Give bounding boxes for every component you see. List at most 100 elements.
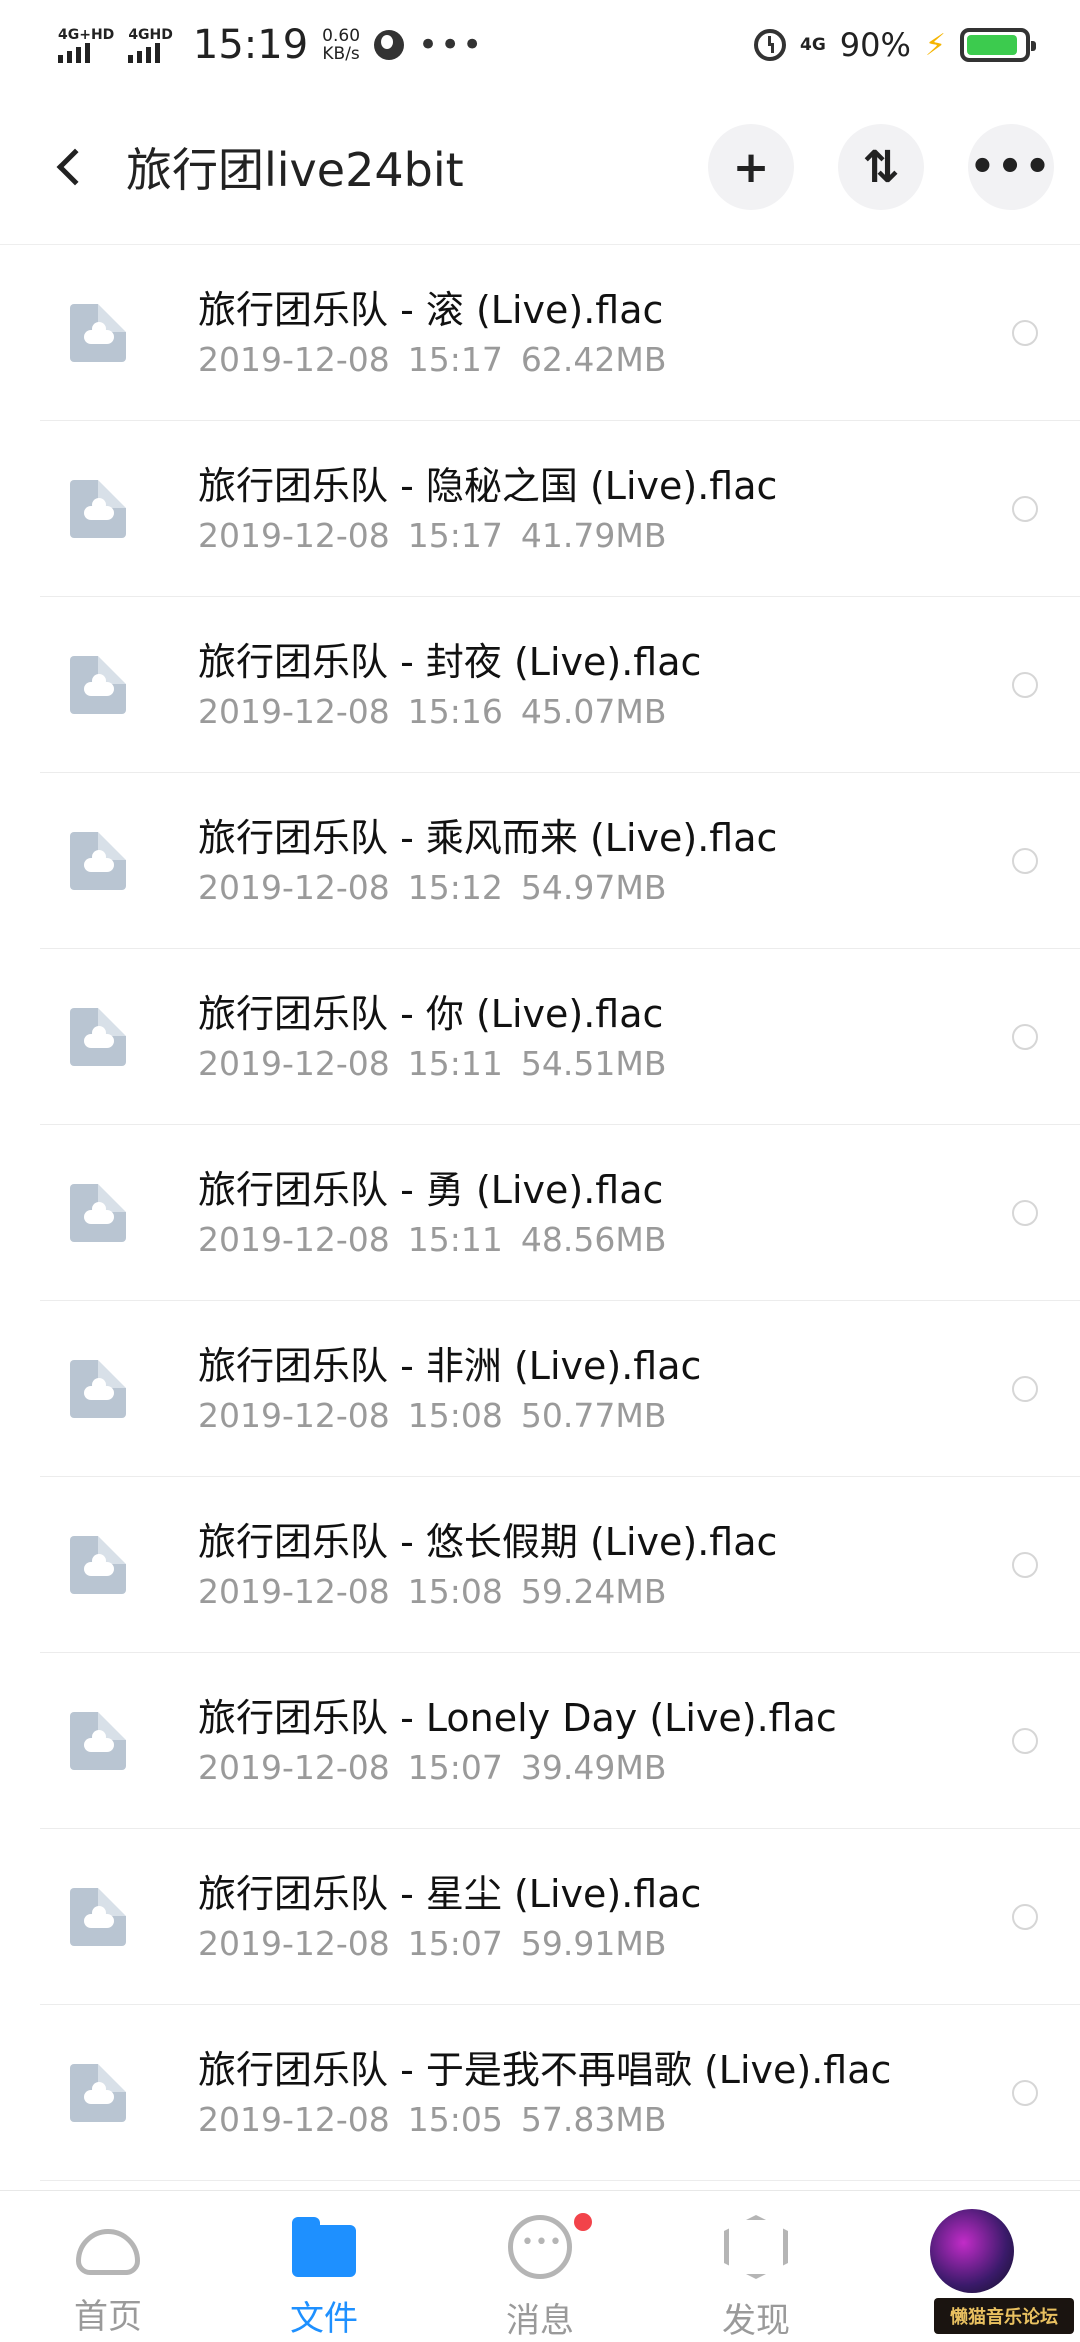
status-bar: 4G+HD 4GHD 15:19 0.60 KB/s ••• 4G 90% ⚡: [0, 0, 1080, 90]
file-date: 2019-12-08: [198, 1748, 390, 1787]
file-time: 15:17: [408, 516, 503, 555]
file-info: 旅行团乐队 - 隐秘之国 (Live).flac 2019-12-0815:174…: [198, 462, 980, 556]
file-name: 旅行团乐队 - 悠长假期 (Live).flac: [198, 1518, 980, 1566]
select-radio[interactable]: [1012, 1904, 1038, 1930]
message-icon: [508, 2215, 572, 2279]
file-row[interactable]: 旅行团乐队 - 滚 (Live).flac2019-12-0815:1762.4…: [0, 245, 1080, 421]
file-cloud-icon: [70, 1360, 126, 1418]
file-row[interactable]: 旅行团乐队 - 封夜 (Live).flac2019-12-0815:1645.…: [0, 597, 1080, 773]
file-time: 15:11: [408, 1220, 503, 1259]
file-row[interactable]: 旅行团乐队 - Lonely Day (Live).flac 2019-12-08…: [0, 1653, 1080, 1829]
file-size: 54.51MB: [521, 1044, 667, 1083]
file-info: 旅行团乐队 - 于是我不再唱歌 (Live).flac 2019-12-0815:…: [198, 2046, 980, 2140]
file-name: 旅行团乐队 - Lonely Day (Live).flac: [198, 1694, 980, 1742]
file-row[interactable]: 旅行团乐队 - 隐秘之国 (Live).flac 2019-12-0815:174…: [0, 421, 1080, 597]
signal-bars-icon: [128, 43, 160, 63]
file-size: 59.24MB: [521, 1572, 667, 1611]
file-name: 旅行团乐队 - 隐秘之国 (Live).flac: [198, 462, 980, 510]
battery-percent: 90%: [840, 26, 911, 64]
tab-files[interactable]: 文件: [234, 2215, 414, 2340]
back-button[interactable]: [40, 137, 100, 197]
file-cloud-icon: [70, 304, 126, 362]
file-meta: 2019-12-0815:0759.91MB: [198, 1924, 980, 1964]
file-cloud-icon: [70, 2064, 126, 2122]
status-left: 4G+HD 4GHD 15:19 0.60 KB/s •••: [58, 22, 484, 68]
more-notifications-icon: •••: [418, 25, 484, 65]
file-time: 15:07: [408, 1748, 503, 1787]
file-size: 59.91MB: [521, 1924, 667, 1963]
signal-1: 4G+HD: [58, 27, 114, 63]
tab-messages[interactable]: 消息: [450, 2215, 630, 2342]
more-button[interactable]: •••: [968, 124, 1054, 210]
select-radio[interactable]: [1012, 2080, 1038, 2106]
tab-home[interactable]: 首页: [18, 2215, 198, 2338]
signal-1-label: 4G+HD: [58, 27, 114, 43]
home-cloud-icon: [76, 2229, 140, 2275]
sort-button[interactable]: ⇅: [838, 124, 924, 210]
tab-profile[interactable]: [882, 2215, 1062, 2293]
file-row[interactable]: 旅行团乐队 - 星尘 (Live).flac 2019-12-0815:0759.…: [0, 1829, 1080, 2005]
file-date: 2019-12-08: [198, 340, 390, 379]
alarm-icon: [754, 29, 786, 61]
select-radio[interactable]: [1012, 1552, 1038, 1578]
file-row[interactable]: 旅行团乐队 - 你 (Live).flac2019-12-0815:1154.5…: [0, 949, 1080, 1125]
globe-icon: [374, 30, 404, 60]
watermark: 懒猫音乐论坛: [934, 2298, 1074, 2334]
file-meta: 2019-12-0815:1148.56MB: [198, 1220, 980, 1260]
file-name: 旅行团乐队 - 星尘 (Live).flac: [198, 1870, 980, 1918]
battery-icon: [960, 28, 1030, 62]
file-info: 旅行团乐队 - 勇 (Live).flac2019-12-0815:1148.5…: [198, 1166, 980, 1260]
file-cloud-icon: [70, 1536, 126, 1594]
select-radio[interactable]: [1012, 848, 1038, 874]
file-size: 50.77MB: [521, 1396, 667, 1435]
select-radio[interactable]: [1012, 496, 1038, 522]
file-info: 旅行团乐队 - Lonely Day (Live).flac 2019-12-08…: [198, 1694, 980, 1788]
file-size: 45.07MB: [521, 692, 667, 731]
signal-2: 4GHD: [128, 27, 173, 63]
file-meta: 2019-12-0815:1741.79MB: [198, 516, 980, 556]
file-name: 旅行团乐队 - 于是我不再唱歌 (Live).flac: [198, 2046, 980, 2094]
network-speed-unit: KB/s: [322, 45, 360, 63]
file-info: 旅行团乐队 - 非洲 (Live).flac2019-12-0815:0850.…: [198, 1342, 980, 1436]
signal-bars-icon: [58, 43, 90, 63]
file-row[interactable]: 旅行团乐队 - 乘风而来 (Live).flac2019-12-0815:125…: [0, 773, 1080, 949]
file-size: 57.83MB: [521, 2100, 667, 2139]
file-row[interactable]: 旅行团乐队 - 悠长假期 (Live).flac 2019-12-0815:085…: [0, 1477, 1080, 1653]
file-row[interactable]: 旅行团乐队 - 于是我不再唱歌 (Live).flac 2019-12-0815:…: [0, 2005, 1080, 2181]
add-button[interactable]: +: [708, 124, 794, 210]
select-radio[interactable]: [1012, 1376, 1038, 1402]
select-radio[interactable]: [1012, 320, 1038, 346]
file-size: 62.42MB: [521, 340, 667, 379]
avatar[interactable]: [930, 2209, 1014, 2293]
file-info: 旅行团乐队 - 你 (Live).flac2019-12-0815:1154.5…: [198, 990, 980, 1084]
select-radio[interactable]: [1012, 1728, 1038, 1754]
file-cloud-icon: [70, 656, 126, 714]
file-meta: 2019-12-0815:0859.24MB: [198, 1572, 980, 1612]
sort-icon: ⇅: [863, 142, 900, 193]
signal-2-label: 4GHD: [128, 27, 173, 43]
select-radio[interactable]: [1012, 672, 1038, 698]
file-row[interactable]: 旅行团乐队 - 勇 (Live).flac2019-12-0815:1148.5…: [0, 1125, 1080, 1301]
tab-discover[interactable]: 发现: [666, 2215, 846, 2342]
tab-messages-label: 消息: [506, 2293, 574, 2342]
select-radio[interactable]: [1012, 1024, 1038, 1050]
file-time: 15:16: [408, 692, 503, 731]
file-info: 旅行团乐队 - 悠长假期 (Live).flac 2019-12-0815:085…: [198, 1518, 980, 1612]
chevron-left-icon: [57, 149, 94, 186]
file-date: 2019-12-08: [198, 692, 390, 731]
file-cloud-icon: [70, 480, 126, 538]
file-row[interactable]: 旅行团乐队 - 非洲 (Live).flac2019-12-0815:0850.…: [0, 1301, 1080, 1477]
file-meta: 2019-12-0815:0739.49MB: [198, 1748, 980, 1788]
file-date: 2019-12-08: [198, 1396, 390, 1435]
file-list: 旅行团乐队 - 滚 (Live).flac2019-12-0815:1762.4…: [0, 245, 1080, 2181]
file-date: 2019-12-08: [198, 1924, 390, 1963]
file-date: 2019-12-08: [198, 2100, 390, 2139]
file-cloud-icon: [70, 1184, 126, 1242]
status-time: 15:19: [193, 22, 308, 68]
tab-files-label: 文件: [290, 2291, 358, 2340]
plus-icon: +: [733, 142, 770, 193]
file-date: 2019-12-08: [198, 868, 390, 907]
tab-home-label: 首页: [74, 2289, 142, 2338]
file-meta: 2019-12-0815:0557.83MB: [198, 2100, 980, 2140]
select-radio[interactable]: [1012, 1200, 1038, 1226]
